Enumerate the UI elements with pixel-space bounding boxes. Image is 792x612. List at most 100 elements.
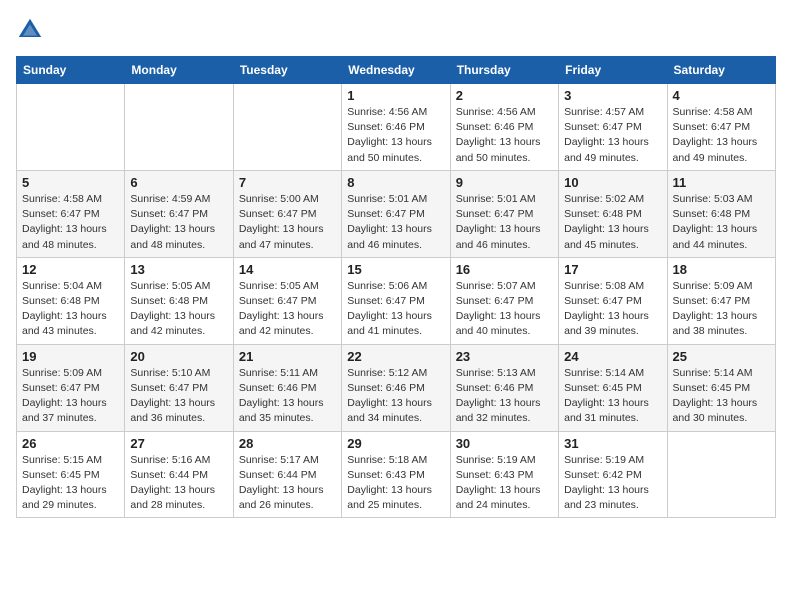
cell-info: Sunrise: 5:09 AM Sunset: 6:47 PM Dayligh…: [673, 279, 770, 340]
week-row-5: 26 Sunrise: 5:15 AM Sunset: 6:45 PM Dayli…: [17, 431, 776, 518]
calendar-cell: 8Sunrise: 5:01 AM Sunset: 6:47 PM Daylig…: [342, 170, 450, 257]
cell-info: Sunrise: 5:05 AM Sunset: 6:47 PM Dayligh…: [239, 279, 336, 340]
cell-day-number: 19: [22, 349, 119, 364]
day-header-saturday: Saturday: [667, 57, 775, 84]
week-row-4: 19 Sunrise: 5:09 AM Sunset: 6:47 PM Dayli…: [17, 344, 776, 431]
calendar-cell: 9 Sunrise: 5:01 AM Sunset: 6:47 PM Daylig…: [450, 170, 558, 257]
day-header-tuesday: Tuesday: [233, 57, 341, 84]
cell-info: Sunrise: 5:09 AM Sunset: 6:47 PM Dayligh…: [22, 366, 119, 427]
cell-info: Sunrise: 4:56 AM Sunset: 6:46 PM Dayligh…: [456, 105, 553, 166]
cell-info: Sunrise: 5:10 AM Sunset: 6:47 PM Dayligh…: [130, 366, 227, 427]
cell-day-number: 29: [347, 436, 444, 451]
calendar-cell: 10 Sunrise: 5:02 AM Sunset: 6:48 PM Dayli…: [559, 170, 667, 257]
day-header-monday: Monday: [125, 57, 233, 84]
week-row-2: 5 Sunrise: 4:58 AM Sunset: 6:47 PM Daylig…: [17, 170, 776, 257]
cell-day-number: 15: [347, 262, 444, 277]
cell-info: Sunrise: 4:56 AM Sunset: 6:46 PM Dayligh…: [347, 105, 444, 166]
cell-day-number: 20: [130, 349, 227, 364]
day-header-thursday: Thursday: [450, 57, 558, 84]
cell-info: Sunrise: 5:00 AM Sunset: 6:47 PM Dayligh…: [239, 192, 336, 253]
cell-day-number: 3: [564, 88, 661, 103]
cell-info: Sunrise: 5:13 AM Sunset: 6:46 PM Dayligh…: [456, 366, 553, 427]
cell-day-number: 25: [673, 349, 770, 364]
cell-info: Sunrise: 5:01 AM Sunset: 6:47 PM Dayligh…: [456, 192, 553, 253]
cell-day-number: 7: [239, 175, 336, 190]
cell-info: Sunrise: 5:17 AM Sunset: 6:44 PM Dayligh…: [239, 453, 336, 514]
cell-day-number: 16: [456, 262, 553, 277]
calendar-cell: 4 Sunrise: 4:58 AM Sunset: 6:47 PM Daylig…: [667, 84, 775, 171]
calendar-cell: 11 Sunrise: 5:03 AM Sunset: 6:48 PM Dayli…: [667, 170, 775, 257]
calendar-cell: 30 Sunrise: 5:19 AM Sunset: 6:43 PM Dayli…: [450, 431, 558, 518]
calendar-cell: 21 Sunrise: 5:11 AM Sunset: 6:46 PM Dayli…: [233, 344, 341, 431]
cell-info: Sunrise: 5:15 AM Sunset: 6:45 PM Dayligh…: [22, 453, 119, 514]
cell-info: Sunrise: 5:11 AM Sunset: 6:46 PM Dayligh…: [239, 366, 336, 427]
logo-icon: [16, 16, 44, 44]
cell-day-number: 30: [456, 436, 553, 451]
cell-info: Sunrise: 4:57 AM Sunset: 6:47 PM Dayligh…: [564, 105, 661, 166]
calendar-table: SundayMondayTuesdayWednesdayThursdayFrid…: [16, 56, 776, 518]
calendar-cell: [17, 84, 125, 171]
cell-info: Sunrise: 5:14 AM Sunset: 6:45 PM Dayligh…: [673, 366, 770, 427]
calendar-cell: 1 Sunrise: 4:56 AM Sunset: 6:46 PM Daylig…: [342, 84, 450, 171]
calendar-cell: 25 Sunrise: 5:14 AM Sunset: 6:45 PM Dayli…: [667, 344, 775, 431]
calendar-cell: 15 Sunrise: 5:06 AM Sunset: 6:47 PM Dayli…: [342, 257, 450, 344]
page-header: [16, 16, 776, 44]
cell-info: Sunrise: 5:16 AM Sunset: 6:44 PM Dayligh…: [130, 453, 227, 514]
logo: [16, 16, 48, 44]
cell-day-number: 11: [673, 175, 770, 190]
cell-info: Sunrise: 5:07 AM Sunset: 6:47 PM Dayligh…: [456, 279, 553, 340]
calendar-cell: 20 Sunrise: 5:10 AM Sunset: 6:47 PM Dayli…: [125, 344, 233, 431]
cell-info: Sunrise: 4:58 AM Sunset: 6:47 PM Dayligh…: [673, 105, 770, 166]
calendar-cell: 23 Sunrise: 5:13 AM Sunset: 6:46 PM Dayli…: [450, 344, 558, 431]
calendar-cell: 6 Sunrise: 4:59 AM Sunset: 6:47 PM Daylig…: [125, 170, 233, 257]
calendar-cell: 14 Sunrise: 5:05 AM Sunset: 6:47 PM Dayli…: [233, 257, 341, 344]
calendar-cell: [233, 84, 341, 171]
cell-day-number: 21: [239, 349, 336, 364]
calendar-cell: 2 Sunrise: 4:56 AM Sunset: 6:46 PM Daylig…: [450, 84, 558, 171]
cell-day-number: 26: [22, 436, 119, 451]
calendar-cell: 28 Sunrise: 5:17 AM Sunset: 6:44 PM Dayli…: [233, 431, 341, 518]
calendar-cell: 27 Sunrise: 5:16 AM Sunset: 6:44 PM Dayli…: [125, 431, 233, 518]
cell-info: Sunrise: 5:14 AM Sunset: 6:45 PM Dayligh…: [564, 366, 661, 427]
cell-day-number: 1: [347, 88, 444, 103]
cell-day-number: 18: [673, 262, 770, 277]
cell-day-number: 6: [130, 175, 227, 190]
calendar-cell: 22 Sunrise: 5:12 AM Sunset: 6:46 PM Dayli…: [342, 344, 450, 431]
week-row-3: 12Sunrise: 5:04 AM Sunset: 6:48 PM Dayli…: [17, 257, 776, 344]
cell-info: Sunrise: 5:08 AM Sunset: 6:47 PM Dayligh…: [564, 279, 661, 340]
cell-day-number: 2: [456, 88, 553, 103]
cell-info: Sunrise: 5:04 AM Sunset: 6:48 PM Dayligh…: [22, 279, 119, 340]
cell-day-number: 17: [564, 262, 661, 277]
cell-info: Sunrise: 5:05 AM Sunset: 6:48 PM Dayligh…: [130, 279, 227, 340]
cell-info: Sunrise: 4:58 AM Sunset: 6:47 PM Dayligh…: [22, 192, 119, 253]
calendar-cell: [125, 84, 233, 171]
cell-day-number: 28: [239, 436, 336, 451]
cell-info: Sunrise: 5:12 AM Sunset: 6:46 PM Dayligh…: [347, 366, 444, 427]
calendar-cell: 29Sunrise: 5:18 AM Sunset: 6:43 PM Dayli…: [342, 431, 450, 518]
calendar-cell: 7 Sunrise: 5:00 AM Sunset: 6:47 PM Daylig…: [233, 170, 341, 257]
cell-day-number: 31: [564, 436, 661, 451]
week-row-1: 1 Sunrise: 4:56 AM Sunset: 6:46 PM Daylig…: [17, 84, 776, 171]
cell-day-number: 5: [22, 175, 119, 190]
cell-day-number: 13: [130, 262, 227, 277]
cell-info: Sunrise: 5:06 AM Sunset: 6:47 PM Dayligh…: [347, 279, 444, 340]
cell-day-number: 23: [456, 349, 553, 364]
calendar-cell: [667, 431, 775, 518]
cell-info: Sunrise: 5:03 AM Sunset: 6:48 PM Dayligh…: [673, 192, 770, 253]
cell-info: Sunrise: 5:19 AM Sunset: 6:43 PM Dayligh…: [456, 453, 553, 514]
cell-info: Sunrise: 4:59 AM Sunset: 6:47 PM Dayligh…: [130, 192, 227, 253]
calendar-cell: 3 Sunrise: 4:57 AM Sunset: 6:47 PM Daylig…: [559, 84, 667, 171]
calendar-cell: 31Sunrise: 5:19 AM Sunset: 6:42 PM Dayli…: [559, 431, 667, 518]
cell-day-number: 4: [673, 88, 770, 103]
cell-day-number: 27: [130, 436, 227, 451]
day-header-friday: Friday: [559, 57, 667, 84]
cell-day-number: 14: [239, 262, 336, 277]
cell-day-number: 24: [564, 349, 661, 364]
cell-day-number: 22: [347, 349, 444, 364]
cell-day-number: 10: [564, 175, 661, 190]
cell-day-number: 9: [456, 175, 553, 190]
calendar-cell: 17 Sunrise: 5:08 AM Sunset: 6:47 PM Dayli…: [559, 257, 667, 344]
calendar-cell: 24 Sunrise: 5:14 AM Sunset: 6:45 PM Dayli…: [559, 344, 667, 431]
cell-info: Sunrise: 5:02 AM Sunset: 6:48 PM Dayligh…: [564, 192, 661, 253]
cell-info: Sunrise: 5:01 AM Sunset: 6:47 PM Dayligh…: [347, 192, 444, 253]
